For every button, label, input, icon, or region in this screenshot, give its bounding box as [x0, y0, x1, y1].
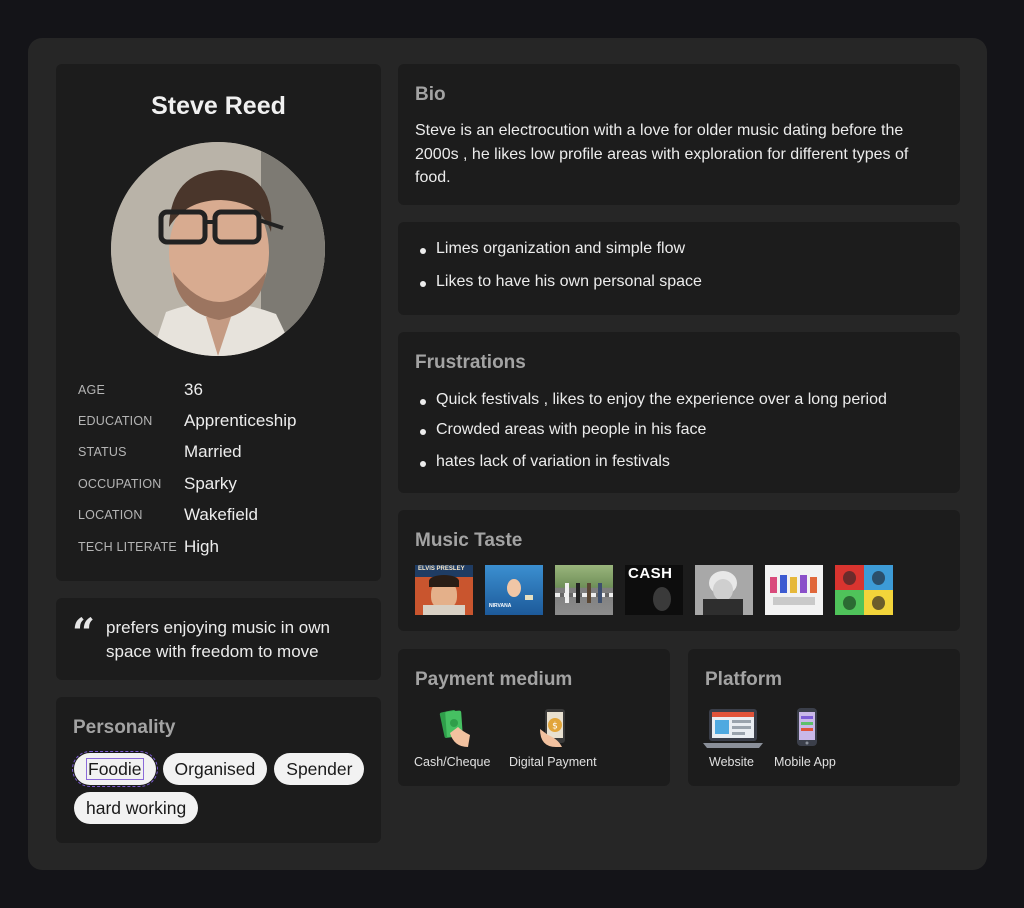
- cash-album-cover[interactable]: CASH: [625, 565, 683, 615]
- music-taste-heading: Music Taste: [415, 530, 523, 551]
- music-taste-card: Music Taste ELVIS PRESLEY NIRVANA CASH: [398, 510, 960, 631]
- detail-row-location: LOCATION Wakefield: [78, 500, 368, 531]
- bio-text: Steve is an electrocution with a love fo…: [415, 122, 909, 186]
- detail-row-occupation: OCCUPATION Sparky: [78, 468, 368, 499]
- profile-card: Steve Reed AGE 36 EDUCATION Apprenticesh…: [56, 64, 381, 581]
- frustrations-card: Frustrations Quick festivals , likes to …: [398, 332, 960, 493]
- list-item: hates lack of variation in festivals: [416, 453, 887, 471]
- madonna-album-cover[interactable]: [695, 565, 753, 615]
- bio-card: Bio Steve is an electrocution with a lov…: [398, 64, 960, 205]
- tag-spender[interactable]: Spender: [274, 753, 365, 785]
- svg-text:$: $: [552, 722, 558, 732]
- list-item: Quick festivals , likes to enjoy the exp…: [416, 391, 887, 409]
- payment-heading: Payment medium: [415, 669, 573, 690]
- avatar: [111, 142, 325, 356]
- list-item: Crowded areas with people in his face: [416, 421, 887, 439]
- tag-organised[interactable]: Organised: [162, 753, 268, 785]
- detail-row-age: AGE 36: [78, 374, 368, 405]
- detail-value: Apprenticeship: [184, 411, 297, 431]
- payment-label-cash: Cash/Cheque: [414, 755, 491, 769]
- avatar-portrait: [111, 142, 325, 356]
- detail-value: High: [184, 536, 219, 556]
- bio-heading: Bio: [415, 84, 446, 105]
- detail-value: Married: [184, 442, 242, 462]
- personality-heading: Personality: [73, 717, 176, 738]
- payment-medium-card: Payment medium Cash/Cheque $ Digital Pay…: [398, 649, 670, 786]
- nevermind-album-cover[interactable]: NIRVANA: [485, 565, 543, 615]
- laptop-icon[interactable]: [703, 707, 763, 749]
- frustrations-heading: Frustrations: [415, 352, 526, 373]
- detail-label: AGE: [78, 382, 105, 397]
- list-item: Likes to have his own personal space: [416, 273, 702, 291]
- detail-label: OCCUPATION: [78, 476, 162, 491]
- persona-board: Steve Reed AGE 36 EDUCATION Apprenticesh…: [28, 38, 987, 870]
- cash-hand-icon[interactable]: [436, 707, 474, 749]
- profile-details: AGE 36 EDUCATION Apprenticeship STATUS M…: [78, 374, 368, 562]
- platform-heading: Platform: [705, 669, 783, 690]
- tag-foodie[interactable]: Foodie: [72, 751, 158, 787]
- personality-tags: Foodie Organised Spender hard working: [72, 751, 374, 824]
- spice-girls-album-cover[interactable]: [765, 565, 823, 615]
- detail-label: TECH LITERATE: [78, 539, 177, 554]
- platform-card: Platform Website Mobile App: [688, 649, 960, 786]
- detail-value: 36: [184, 379, 203, 399]
- quote-card: “ prefers enjoying music in own space wi…: [56, 598, 381, 680]
- detail-label: LOCATION: [78, 508, 143, 523]
- platform-label-website: Website: [709, 755, 754, 769]
- elvis-album-cover[interactable]: ELVIS PRESLEY: [415, 565, 473, 615]
- detail-row-status: STATUS Married: [78, 437, 368, 468]
- detail-value: Sparky: [184, 473, 237, 493]
- tag-hard-working[interactable]: hard working: [74, 792, 199, 824]
- detail-label: EDUCATION: [78, 414, 153, 429]
- payment-label-digital: Digital Payment: [509, 755, 597, 769]
- personality-card: Personality Foodie Organised Spender har…: [56, 697, 381, 843]
- detail-row-education: EDUCATION Apprenticeship: [78, 405, 368, 436]
- phone-payment-icon[interactable]: $: [536, 707, 574, 749]
- likes-list: Limes organization and simple flow Likes…: [416, 240, 702, 291]
- quote-icon: “: [72, 610, 96, 657]
- quote-text: prefers enjoying music in own space with…: [106, 618, 330, 661]
- mobile-phone-icon[interactable]: [792, 707, 822, 749]
- frustrations-list: Quick festivals , likes to enjoy the exp…: [416, 391, 887, 471]
- queen-album-cover[interactable]: [835, 565, 893, 615]
- persona-name: Steve Reed: [151, 92, 286, 120]
- platform-label-mobile: Mobile App: [774, 755, 836, 769]
- detail-label: STATUS: [78, 445, 127, 460]
- detail-row-tech-literate: TECH LITERATE High: [78, 531, 368, 562]
- list-item: Limes organization and simple flow: [416, 240, 702, 258]
- detail-value: Wakefield: [184, 505, 259, 525]
- likes-card: Limes organization and simple flow Likes…: [398, 222, 960, 315]
- abbey-road-album-cover[interactable]: [555, 565, 613, 615]
